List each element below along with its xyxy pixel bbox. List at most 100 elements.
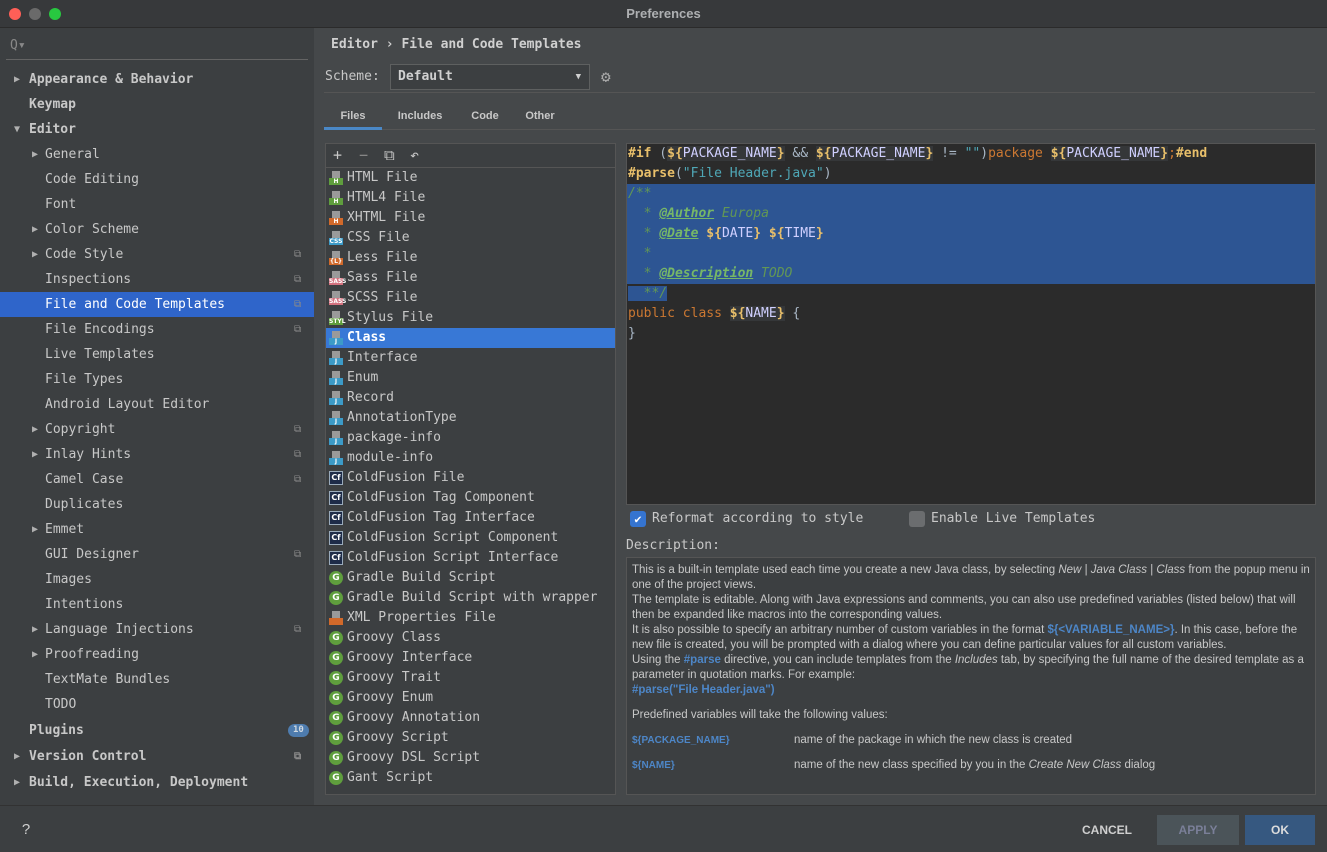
tab-files[interactable]: Files xyxy=(324,93,382,130)
sidebar-item-todo[interactable]: TODO xyxy=(0,692,314,717)
sidebar-item-code-editing[interactable]: Code Editing xyxy=(0,167,314,192)
gear-icon[interactable]: ⚙ xyxy=(601,67,611,86)
sidebar-item-android-layout-editor[interactable]: Android Layout Editor xyxy=(0,392,314,417)
sidebar-item-proofreading[interactable]: ▶ Proofreading xyxy=(0,642,314,667)
template-list-item[interactable]: G Groovy Enum xyxy=(326,688,615,708)
scheme-label: Scheme: xyxy=(325,69,380,84)
reset-icon[interactable]: ↶ xyxy=(410,146,419,164)
template-list-item[interactable]: Cf ColdFusion Tag Interface xyxy=(326,508,615,528)
help-button[interactable]: ? xyxy=(14,815,38,845)
template-list-item[interactable]: STYL Stylus File xyxy=(326,308,615,328)
template-list-item[interactable]: G Gradle Build Script with wrapper xyxy=(326,588,615,608)
chevron-right-icon[interactable]: ▶ xyxy=(14,744,20,769)
sidebar-item-color-scheme[interactable]: ▶ Color Scheme xyxy=(0,217,314,242)
template-list-item[interactable]: J Record xyxy=(326,388,615,408)
chevron-right-icon[interactable]: ▶ xyxy=(32,217,38,242)
minimize-window-button[interactable] xyxy=(29,8,41,20)
sidebar-item-build-execution-deployment[interactable]: ▶ Build, Execution, Deployment xyxy=(0,770,314,795)
sidebar-item-intentions[interactable]: Intentions xyxy=(0,592,314,617)
sidebar-item-version-control[interactable]: ▶ Version Control ⧉ xyxy=(0,744,314,769)
ok-button[interactable]: OK xyxy=(1245,815,1315,845)
sidebar-item-plugins[interactable]: Plugins 10 xyxy=(0,718,314,743)
chevron-right-icon[interactable]: ▶ xyxy=(32,242,38,267)
template-editor[interactable]: #if (${PACKAGE_NAME} && ${PACKAGE_NAME} … xyxy=(626,143,1316,505)
sidebar-item-file-types[interactable]: File Types xyxy=(0,367,314,392)
close-window-button[interactable] xyxy=(9,8,21,20)
template-list-item[interactable]: G Gradle Build Script xyxy=(326,568,615,588)
template-list-item[interactable]: XML Properties File xyxy=(326,608,615,628)
scheme-dropdown[interactable]: Default ▼ xyxy=(390,64,590,90)
template-list-item[interactable]: G Groovy Interface xyxy=(326,648,615,668)
template-list-item[interactable]: Cf ColdFusion File xyxy=(326,468,615,488)
sidebar-item-file-encodings[interactable]: File Encodings ⧉ xyxy=(0,317,314,342)
template-list-item[interactable]: Jmodule-info xyxy=(326,448,615,468)
breadcrumb-parent[interactable]: Editor xyxy=(331,37,378,52)
sidebar-item-editor[interactable]: ▼ Editor xyxy=(0,117,314,142)
sidebar-item-copyright[interactable]: ▶ Copyright ⧉ xyxy=(0,417,314,442)
template-list-item[interactable]: J Class xyxy=(326,328,615,348)
template-list-item[interactable]: {L} Less File xyxy=(326,248,615,268)
template-list-item[interactable]: CSS CSS File xyxy=(326,228,615,248)
template-list-item[interactable]: G Groovy Annotation xyxy=(326,708,615,728)
sidebar-item-duplicates[interactable]: Duplicates xyxy=(0,492,314,517)
template-list-item[interactable]: J Enum xyxy=(326,368,615,388)
template-list-item[interactable]: J Interface xyxy=(326,348,615,368)
template-list-item[interactable]: G Groovy Class xyxy=(326,628,615,648)
template-list-item[interactable]: G Groovy Trait xyxy=(326,668,615,688)
live-templates-checkbox[interactable]: Enable Live Templates xyxy=(909,511,1095,527)
chevron-down-icon[interactable]: ▼ xyxy=(14,117,20,142)
sidebar-item-font[interactable]: Font xyxy=(0,192,314,217)
template-list-item[interactable]: SASS Sass File xyxy=(326,268,615,288)
apply-button[interactable]: APPLY xyxy=(1157,815,1239,845)
template-list-item[interactable]: Jpackage-info xyxy=(326,428,615,448)
sidebar-item-appearance-behavior[interactable]: ▶ Appearance & Behavior xyxy=(0,67,314,92)
java-file-icon: J xyxy=(329,351,343,365)
chevron-right-icon[interactable]: ▶ xyxy=(32,142,38,167)
template-list-item[interactable]: SASS SCSS File xyxy=(326,288,615,308)
chevron-right-icon[interactable]: ▶ xyxy=(32,442,38,467)
template-list-item[interactable]: H HTML File xyxy=(326,168,615,188)
sidebar-item-inlay-hints[interactable]: ▶ Inlay Hints ⧉ xyxy=(0,442,314,467)
template-list-item[interactable]: H XHTML File xyxy=(326,208,615,228)
cancel-button[interactable]: CANCEL xyxy=(1072,815,1142,845)
chevron-right-icon[interactable]: ▶ xyxy=(14,770,20,795)
tab-includes[interactable]: Includes xyxy=(382,93,458,130)
code-token: "File Header.java" xyxy=(682,166,824,181)
sidebar-item-label: Inlay Hints xyxy=(45,447,132,462)
add-icon[interactable]: + xyxy=(333,146,342,164)
sidebar-item-camel-case[interactable]: Camel Case ⧉ xyxy=(0,467,314,492)
template-list-item[interactable]: G Gant Script xyxy=(326,768,615,788)
template-list-item[interactable]: Cf ColdFusion Script Interface xyxy=(326,548,615,568)
code-token: **/ xyxy=(628,286,668,301)
sidebar-item-textmate-bundles[interactable]: TextMate Bundles xyxy=(0,667,314,692)
settings-search-input[interactable]: Q▾ xyxy=(6,38,308,60)
sidebar-item-keymap[interactable]: Keymap xyxy=(0,92,314,117)
template-list-item[interactable]: G Groovy DSL Script xyxy=(326,748,615,768)
template-list-item[interactable]: G Groovy Script xyxy=(326,728,615,748)
zoom-window-button[interactable] xyxy=(49,8,61,20)
sidebar-item-images[interactable]: Images xyxy=(0,567,314,592)
sidebar-item-gui-designer[interactable]: GUI Designer ⧉ xyxy=(0,542,314,567)
chevron-right-icon[interactable]: ▶ xyxy=(32,617,38,642)
sidebar-item-live-templates[interactable]: Live Templates xyxy=(0,342,314,367)
sidebar-item-inspections[interactable]: Inspections ⧉ xyxy=(0,267,314,292)
reformat-checkbox[interactable]: ✔ Reformat according to style xyxy=(630,511,863,527)
sidebar-item-general[interactable]: ▶ General xyxy=(0,142,314,167)
template-list-item[interactable]: H HTML4 File xyxy=(326,188,615,208)
code-line: **/ xyxy=(627,284,1315,304)
sidebar-item-emmet[interactable]: ▶ Emmet xyxy=(0,517,314,542)
sidebar-item-language-injections[interactable]: ▶ Language Injections ⧉ xyxy=(0,617,314,642)
sidebar-item-file-and-code-templates[interactable]: File and Code Templates ⧉ xyxy=(0,292,314,317)
copy-icon[interactable]: ⧉ xyxy=(384,146,395,164)
template-list-item[interactable]: J AnnotationType xyxy=(326,408,615,428)
chevron-right-icon[interactable]: ▶ xyxy=(32,517,38,542)
sidebar-item-code-style[interactable]: ▶ Code Style ⧉ xyxy=(0,242,314,267)
chevron-right-icon[interactable]: ▶ xyxy=(14,67,20,92)
tab-code[interactable]: Code xyxy=(458,93,512,130)
template-list-item[interactable]: Cf ColdFusion Script Component xyxy=(326,528,615,548)
template-list-item[interactable]: Cf ColdFusion Tag Component xyxy=(326,488,615,508)
chevron-right-icon[interactable]: ▶ xyxy=(32,417,38,442)
chevron-right-icon[interactable]: ▶ xyxy=(32,642,38,667)
remove-icon[interactable]: − xyxy=(359,146,368,164)
tab-other[interactable]: Other xyxy=(512,93,568,130)
